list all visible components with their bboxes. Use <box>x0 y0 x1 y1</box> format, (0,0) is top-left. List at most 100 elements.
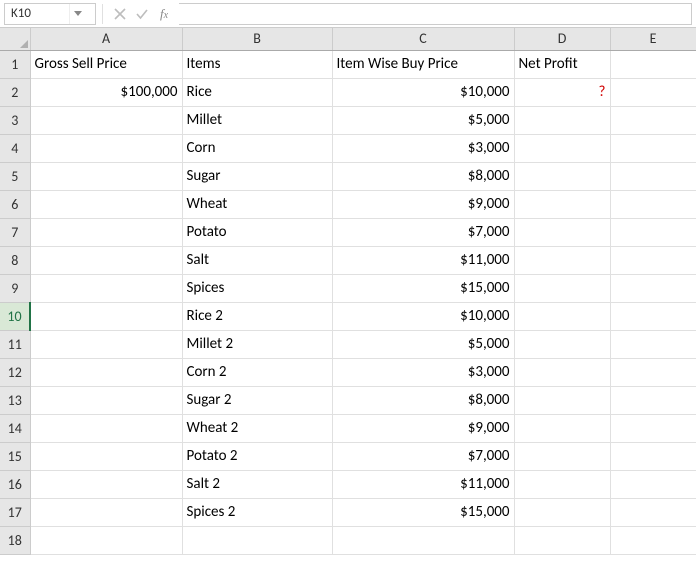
cell-D5[interactable] <box>514 162 610 190</box>
cell-B17[interactable]: Spices 2 <box>182 498 332 526</box>
col-header-B[interactable]: B <box>182 28 332 50</box>
col-header-A[interactable]: A <box>30 28 182 50</box>
cell-D13[interactable] <box>514 386 610 414</box>
cell-C15[interactable]: $7,000 <box>332 442 514 470</box>
cell-B2[interactable]: Rice <box>182 78 332 106</box>
row-header-2[interactable]: 2 <box>0 78 30 106</box>
cell-A15[interactable] <box>30 442 182 470</box>
cell-D15[interactable] <box>514 442 610 470</box>
row-header-5[interactable]: 5 <box>0 162 30 190</box>
cell-A12[interactable] <box>30 358 182 386</box>
cell-C3[interactable]: $5,000 <box>332 106 514 134</box>
cell-E1[interactable] <box>610 50 696 78</box>
cell-C2[interactable]: $10,000 <box>332 78 514 106</box>
cell-E6[interactable] <box>610 190 696 218</box>
cell-D6[interactable] <box>514 190 610 218</box>
row-header-13[interactable]: 13 <box>0 386 30 414</box>
cell-A13[interactable] <box>30 386 182 414</box>
cell-B7[interactable]: Potato <box>182 218 332 246</box>
cell-B9[interactable]: Spices <box>182 274 332 302</box>
cell-A1[interactable]: Gross Sell Price <box>30 50 182 78</box>
cell-C6[interactable]: $9,000 <box>332 190 514 218</box>
cell-C12[interactable]: $3,000 <box>332 358 514 386</box>
cell-B8[interactable]: Salt <box>182 246 332 274</box>
row-header-15[interactable]: 15 <box>0 442 30 470</box>
confirm-formula-button[interactable] <box>131 3 153 25</box>
cell-A14[interactable] <box>30 414 182 442</box>
cell-B10[interactable]: Rice 2 <box>182 302 332 330</box>
cell-D8[interactable] <box>514 246 610 274</box>
cell-B16[interactable]: Salt 2 <box>182 470 332 498</box>
cell-A18[interactable] <box>30 526 182 554</box>
cell-E9[interactable] <box>610 274 696 302</box>
cell-B15[interactable]: Potato 2 <box>182 442 332 470</box>
row-header-6[interactable]: 6 <box>0 190 30 218</box>
cell-D2[interactable]: ? <box>514 78 610 106</box>
cell-E16[interactable] <box>610 470 696 498</box>
col-header-E[interactable]: E <box>610 28 696 50</box>
cell-C18[interactable] <box>332 526 514 554</box>
cell-D11[interactable] <box>514 330 610 358</box>
cell-D3[interactable] <box>514 106 610 134</box>
cell-E12[interactable] <box>610 358 696 386</box>
row-header-7[interactable]: 7 <box>0 218 30 246</box>
cell-E10[interactable] <box>610 302 696 330</box>
cell-E13[interactable] <box>610 386 696 414</box>
spreadsheet-grid[interactable]: A B C D E 1Gross Sell PriceItemsItem Wis… <box>0 28 696 555</box>
cell-A11[interactable] <box>30 330 182 358</box>
cell-E11[interactable] <box>610 330 696 358</box>
cell-A8[interactable] <box>30 246 182 274</box>
cell-E3[interactable] <box>610 106 696 134</box>
name-box-dropdown[interactable] <box>69 4 85 24</box>
name-box[interactable] <box>5 4 69 24</box>
cell-E15[interactable] <box>610 442 696 470</box>
cell-C14[interactable]: $9,000 <box>332 414 514 442</box>
cell-D9[interactable] <box>514 274 610 302</box>
cell-D12[interactable] <box>514 358 610 386</box>
col-header-C[interactable]: C <box>332 28 514 50</box>
cell-D4[interactable] <box>514 134 610 162</box>
row-header-9[interactable]: 9 <box>0 274 30 302</box>
cell-A6[interactable] <box>30 190 182 218</box>
row-header-16[interactable]: 16 <box>0 470 30 498</box>
cell-C1[interactable]: Item Wise Buy Price <box>332 50 514 78</box>
cell-A17[interactable] <box>30 498 182 526</box>
cell-B6[interactable]: Wheat <box>182 190 332 218</box>
row-header-1[interactable]: 1 <box>0 50 30 78</box>
cell-C4[interactable]: $3,000 <box>332 134 514 162</box>
cell-C5[interactable]: $8,000 <box>332 162 514 190</box>
cell-C7[interactable]: $7,000 <box>332 218 514 246</box>
cell-C10[interactable]: $10,000 <box>332 302 514 330</box>
cell-D16[interactable] <box>514 470 610 498</box>
cell-A10[interactable] <box>30 302 182 330</box>
cell-E5[interactable] <box>610 162 696 190</box>
cell-B14[interactable]: Wheat 2 <box>182 414 332 442</box>
cell-C17[interactable]: $15,000 <box>332 498 514 526</box>
cell-A5[interactable] <box>30 162 182 190</box>
row-header-18[interactable]: 18 <box>0 526 30 554</box>
cell-D18[interactable] <box>514 526 610 554</box>
cell-D17[interactable] <box>514 498 610 526</box>
cell-B18[interactable] <box>182 526 332 554</box>
cell-A3[interactable] <box>30 106 182 134</box>
cell-B4[interactable]: Corn <box>182 134 332 162</box>
row-header-14[interactable]: 14 <box>0 414 30 442</box>
row-header-11[interactable]: 11 <box>0 330 30 358</box>
select-all-corner[interactable] <box>0 28 30 50</box>
cell-E18[interactable] <box>610 526 696 554</box>
cell-C8[interactable]: $11,000 <box>332 246 514 274</box>
cell-E2[interactable] <box>610 78 696 106</box>
row-header-12[interactable]: 12 <box>0 358 30 386</box>
row-header-17[interactable]: 17 <box>0 498 30 526</box>
row-header-3[interactable]: 3 <box>0 106 30 134</box>
cell-B12[interactable]: Corn 2 <box>182 358 332 386</box>
row-header-4[interactable]: 4 <box>0 134 30 162</box>
cell-E4[interactable] <box>610 134 696 162</box>
cell-E8[interactable] <box>610 246 696 274</box>
cell-B11[interactable]: Millet 2 <box>182 330 332 358</box>
cell-B3[interactable]: Millet <box>182 106 332 134</box>
cancel-formula-button[interactable] <box>109 3 131 25</box>
insert-function-button[interactable]: fx <box>153 6 175 22</box>
cell-A4[interactable] <box>30 134 182 162</box>
formula-input[interactable] <box>179 3 692 25</box>
